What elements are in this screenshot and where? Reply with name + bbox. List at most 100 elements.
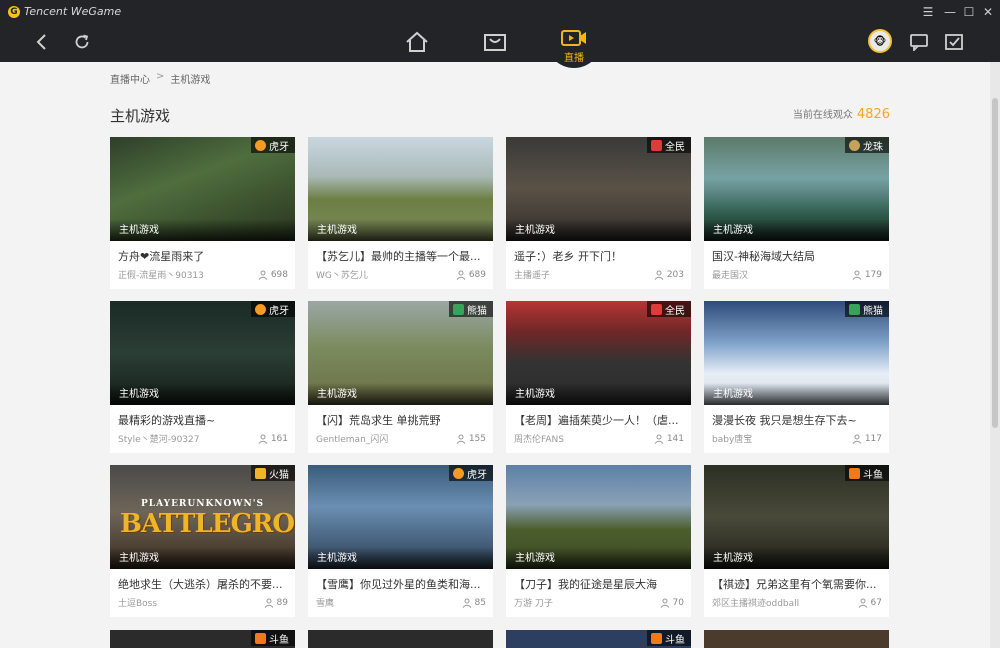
stream-title[interactable]: 最精彩的游戏直播~ (118, 412, 288, 428)
platform-name: 虎牙 (269, 305, 289, 317)
stream-thumbnail[interactable]: 熊猫 主机游戏 (704, 301, 889, 405)
quanmin-icon (651, 139, 662, 151)
stream-card[interactable]: 龙珠 主机游戏 国汉-神秘海域大结局 最走国汉 179 (704, 137, 889, 289)
stream-thumbnail[interactable]: 熊猫 主机游戏 (308, 301, 493, 405)
streamer-name: 土逗Boss (118, 599, 158, 609)
stream-card[interactable]: 熊猫 主机游戏 漫漫长夜 我只是想生存下去~ baby唐宝 117 (704, 301, 889, 453)
platform-name: 斗鱼 (665, 634, 685, 646)
online-viewers-count: 4826 (856, 107, 890, 122)
stream-thumbnail[interactable]: 龙珠 主机游戏 (704, 137, 889, 241)
tab-live-label: 直播 (564, 52, 584, 64)
stream-thumbnail[interactable]: 虎牙 主机游戏 (308, 465, 493, 569)
window-minimize-button[interactable]: — (940, 3, 960, 21)
partial-card-row: 斗鱼 斗鱼 (110, 630, 889, 648)
online-viewers: 当前在线观众 4826 (793, 106, 890, 122)
viewer-count: 179 (852, 268, 882, 281)
streamer-name: 周杰伦FANS (514, 435, 564, 445)
category-label: 主机游戏 (713, 389, 753, 400)
person-icon (264, 598, 273, 608)
stream-title[interactable]: 【刀子】我的征途是星辰大海 (514, 576, 684, 592)
stream-card[interactable]: 斗鱼 主机游戏 【祺迹】兄弟这里有个氧需要你... 郊区主播祺迹oddball … (704, 465, 889, 617)
content-area: 直播中心 > 主机游戏 主机游戏 当前在线观众 4826 虎牙 主机游戏 方舟❤… (0, 62, 990, 648)
category-label: 主机游戏 (515, 225, 555, 236)
platform-name: 熊猫 (863, 305, 883, 317)
viewer-count-value: 698 (270, 269, 288, 280)
stream-meta: baby唐宝 117 (712, 432, 882, 446)
stream-title[interactable]: 【闪】荒岛求生 单挑荒野 (316, 412, 486, 428)
platform-badge: 全民 (647, 301, 691, 317)
tab-store[interactable] (475, 24, 515, 60)
refresh-icon (75, 34, 89, 49)
stream-meta: Style丶楚河-90327 161 (118, 432, 288, 446)
platform-name: 斗鱼 (863, 469, 883, 481)
huya-icon (255, 303, 266, 315)
user-avatar[interactable]: 🐵 (868, 29, 892, 53)
stream-card[interactable]: 全民 主机游戏 【老周】遍插茱萸少一人！（虐... 周杰伦FANS 141 (506, 301, 691, 453)
huya-icon (453, 467, 464, 479)
stream-thumbnail[interactable]: 全民 主机游戏 (506, 137, 691, 241)
chat-button[interactable] (907, 30, 931, 54)
stream-title[interactable]: 【老周】遍插茱萸少一人！（虐... (514, 412, 684, 428)
huomao-icon (255, 467, 266, 479)
viewer-count: 85 (462, 596, 486, 609)
stream-thumbnail[interactable]: 虎牙 主机游戏 (110, 301, 295, 405)
refresh-button[interactable] (68, 28, 96, 56)
chevron-left-icon (36, 34, 46, 50)
stream-thumbnail[interactable]: PLAYERUNKNOWN'S BATTLEGROUNDS 火猫 主机游戏 (110, 465, 295, 569)
streamer-name: 最走国汉 (712, 271, 749, 281)
viewer-count-value: 161 (270, 433, 288, 444)
window-maximize-button[interactable]: ☐ (959, 3, 979, 21)
category-label: 主机游戏 (713, 225, 753, 236)
viewer-count: 141 (654, 432, 684, 445)
panda-tv-icon (453, 303, 464, 315)
messages-button[interactable] (942, 30, 966, 54)
stream-card[interactable]: 主机游戏 【苏乞儿】最帅的主播等一个最... WG丶苏乞儿 689 (308, 137, 493, 289)
streamer-name: 雪鹰 (316, 599, 335, 609)
stream-title[interactable]: 【祺迹】兄弟这里有个氧需要你... (712, 576, 882, 592)
platform-name: 虎牙 (269, 141, 289, 153)
stream-title[interactable]: 遥子：）老乡 开下门！ (514, 248, 684, 264)
back-button[interactable] (28, 28, 56, 56)
stream-card-partial[interactable] (308, 630, 493, 648)
category-label: 主机游戏 (713, 553, 753, 564)
person-icon (456, 434, 466, 444)
tab-home[interactable] (397, 24, 437, 60)
category-label: 主机游戏 (317, 225, 357, 236)
platform-badge: 虎牙 (251, 301, 295, 317)
category-label: 主机游戏 (515, 389, 555, 400)
window-close-button[interactable]: ✕ (978, 3, 998, 21)
stream-thumbnail[interactable]: 主机游戏 (506, 465, 691, 569)
stream-title[interactable]: 【苏乞儿】最帅的主播等一个最... (316, 248, 486, 264)
stream-card[interactable]: 虎牙 主机游戏 最精彩的游戏直播~ Style丶楚河-90327 161 (110, 301, 295, 453)
stream-card[interactable]: 虎牙 主机游戏 方舟❤流星雨来了 正假-流星雨丶90313 698 (110, 137, 295, 289)
stream-card[interactable]: 虎牙 主机游戏 【雪鹰】你见过外星的鱼类和海... 雪鹰 85 (308, 465, 493, 617)
stream-title[interactable]: 国汉-神秘海域大结局 (712, 248, 882, 264)
stream-card[interactable]: 熊猫 主机游戏 【闪】荒岛求生 单挑荒野 Gentleman_闪闪 155 (308, 301, 493, 453)
stream-thumbnail[interactable]: 主机游戏 (308, 137, 493, 241)
scrollbar-thumb[interactable] (992, 98, 998, 428)
huya-icon (255, 139, 266, 151)
stream-title[interactable]: 绝地求生（大逃杀）屠杀的不要... (118, 576, 288, 592)
stream-card-partial[interactable]: 斗鱼 (506, 630, 691, 648)
stream-title[interactable]: 方舟❤流星雨来了 (118, 248, 288, 264)
stream-card-partial[interactable] (704, 630, 889, 648)
vertical-scrollbar[interactable] (990, 62, 1000, 648)
stream-meta: 郊区主播祺迹oddball 67 (712, 596, 882, 610)
stream-thumbnail[interactable]: 全民 主机游戏 (506, 301, 691, 405)
stream-card[interactable]: 主机游戏 【刀子】我的征途是星辰大海 万游 刀子 70 (506, 465, 691, 617)
stream-thumbnail[interactable]: 斗鱼 主机游戏 (704, 465, 889, 569)
panda-tv-icon (849, 303, 860, 315)
stream-card[interactable]: 全民 主机游戏 遥子：）老乡 开下门！ 主播遥子 203 (506, 137, 691, 289)
platform-badge: 虎牙 (251, 137, 295, 153)
quanmin-icon (651, 303, 662, 315)
stream-title[interactable]: 漫漫长夜 我只是想生存下去~ (712, 412, 882, 428)
stream-card-partial[interactable]: 斗鱼 (110, 630, 295, 648)
streamer-name: WG丶苏乞儿 (316, 271, 368, 281)
stream-card[interactable]: PLAYERUNKNOWN'S BATTLEGROUNDS 火猫 主机游戏 绝地… (110, 465, 295, 617)
breadcrumb-root[interactable]: 直播中心 (110, 71, 150, 86)
stream-title[interactable]: 【雪鹰】你见过外星的鱼类和海... (316, 576, 486, 592)
stream-thumbnail[interactable]: 虎牙 主机游戏 (110, 137, 295, 241)
window-menu-button[interactable]: ☰ (918, 3, 938, 21)
platform-name: 斗鱼 (269, 634, 289, 646)
viewer-count: 161 (258, 432, 288, 445)
